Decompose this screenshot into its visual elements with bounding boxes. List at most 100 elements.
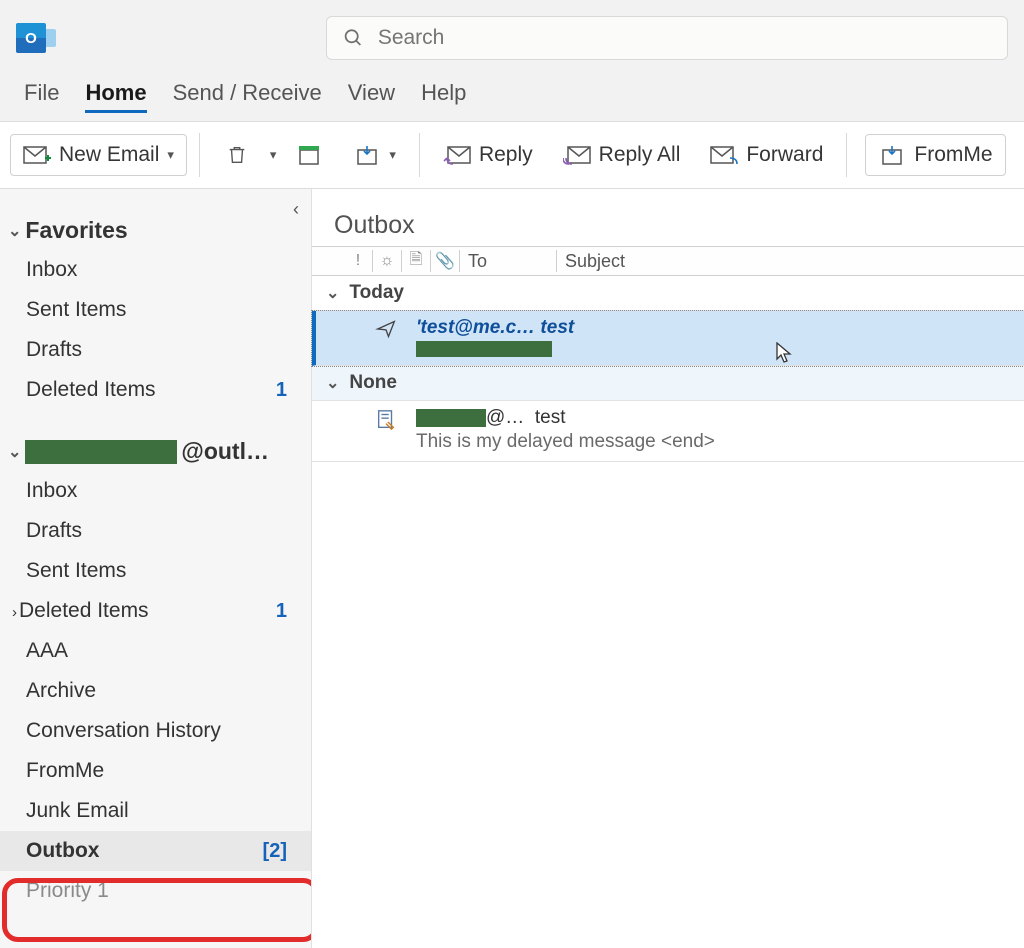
reminder-column-icon[interactable]: ☼ [375,252,399,270]
move-button[interactable]: ▾ [342,137,407,173]
chevron-down-icon: ⌄ [8,221,21,241]
sidebar-item-aaa[interactable]: AAA [0,631,311,671]
collapse-sidebar-icon[interactable]: ‹ [293,199,299,220]
reply-label: Reply [479,143,533,167]
badge: 1 [276,600,287,623]
group-today[interactable]: ⌄ Today [312,276,1024,311]
message-line1: 'test@me.c… test [416,317,574,339]
sidebar-item-sent[interactable]: Sent Items [0,290,311,330]
column-headers[interactable]: ! ☼ 🗎 📎 To Subject [312,246,1024,276]
ribbon: New Email ▾ ▾ ▾ Reply Reply All Forward … [0,121,1024,189]
menu-send-receive[interactable]: Send / Receive [173,76,322,113]
work-area: ‹ ⌄ Favorites Inbox Sent Items Drafts De… [0,189,1024,948]
attachment-column-icon[interactable]: 📎 [433,251,457,271]
archive-button[interactable] [284,137,334,173]
reply-button[interactable]: Reply [432,136,544,174]
to-column-header[interactable]: To [462,251,554,272]
sidebar-item-outbox[interactable]: Outbox[2] [0,831,311,871]
importance-column-icon[interactable]: ! [346,252,370,270]
sidebar-item-drafts[interactable]: Drafts [0,511,311,551]
sidebar-item-label: Sent Items [26,298,126,322]
sidebar-item-label: Outbox [26,839,100,863]
reply-all-label: Reply All [599,143,681,167]
sidebar-item-label: Conversation History [26,719,221,743]
menu-help[interactable]: Help [421,76,466,113]
message-line1: @… test [416,407,715,429]
chevron-down-icon: ⌄ [8,442,21,462]
menubar: File Home Send / Receive View Help [0,76,1024,121]
account-suffix: @outl… [181,438,269,465]
separator [199,133,200,177]
subject-column-header[interactable]: Subject [559,251,625,272]
chevron-down-icon: ▾ [389,147,396,163]
titlebar: O [0,0,1024,76]
message-to: 'test@me.c… [416,317,535,338]
item-type-column-icon[interactable]: 🗎 [404,248,428,275]
forward-icon [710,144,738,166]
sidebar-item-label: Sent Items [26,559,126,583]
chevron-down-icon[interactable]: ▾ [270,147,277,163]
forward-label: Forward [746,143,823,167]
sidebar-item-drafts[interactable]: Drafts [0,330,311,370]
chevron-down-icon: ▾ [167,147,174,163]
sidebar-item-label: AAA [26,639,68,663]
sidebar-item-label: Deleted Items [26,378,156,402]
message-preview: This is my delayed message <end> [416,431,715,453]
sidebar-item-label: Drafts [26,338,82,362]
folder-title: Outbox [312,189,1024,246]
reply-all-icon [563,144,591,166]
message-content: @… test This is my delayed message <end> [416,407,715,453]
sidebar-item-label: Priority 1 [26,879,109,903]
send-icon [372,317,400,339]
trash-icon [223,144,251,166]
sidebar-item-priority1[interactable]: Priority 1 [0,871,311,911]
badge: 1 [276,379,287,402]
sidebar-item-label: Drafts [26,519,82,543]
group-label: Today [349,282,404,304]
message-row[interactable]: 'test@me.c… test [312,311,1024,366]
account-heading[interactable]: ⌄ @outl… [0,410,311,471]
menu-file[interactable]: File [24,76,59,113]
sidebar-item-archive[interactable]: Archive [0,671,311,711]
archive-icon [295,144,323,166]
message-content: 'test@me.c… test [416,317,574,357]
group-none[interactable]: ⌄ None [312,366,1024,401]
sidebar-item-label: FromMe [26,759,104,783]
search-icon [343,27,364,49]
sidebar-item-inbox[interactable]: Inbox [0,471,311,511]
fromme-label: FromMe [914,143,992,167]
sidebar-item-deleted[interactable]: ›Deleted Items1 [0,591,311,631]
new-email-icon [23,144,51,166]
message-row[interactable]: @… test This is my delayed message <end> [312,401,1024,462]
sidebar-item-label: Inbox [26,258,77,282]
separator [419,133,420,177]
sidebar-item-deleted[interactable]: Deleted Items 1 [0,370,311,410]
menu-home[interactable]: Home [85,76,146,113]
delete-button[interactable] [212,137,262,173]
forward-button[interactable]: Forward [699,136,834,174]
search-box[interactable] [326,16,1008,60]
redacted-account-name [25,440,177,464]
sidebar-item-fromme[interactable]: FromMe [0,751,311,791]
draft-icon [372,407,400,431]
reply-all-button[interactable]: Reply All [552,136,692,174]
redacted-text [416,341,552,357]
search-input[interactable] [378,26,991,50]
fromme-button[interactable]: FromMe [865,134,1005,176]
sidebar-item-junk[interactable]: Junk Email [0,791,311,831]
favorites-heading[interactable]: ⌄ Favorites [0,189,311,250]
sidebar-item-conversation-history[interactable]: Conversation History [0,711,311,751]
move-icon [353,144,381,166]
sidebar-item-inbox[interactable]: Inbox [0,250,311,290]
folder-sidebar: ‹ ⌄ Favorites Inbox Sent Items Drafts De… [0,189,312,948]
message-subject: test [540,317,574,338]
group-label: None [349,372,397,394]
menu-view[interactable]: View [348,76,395,113]
sidebar-item-label: Deleted Items [19,599,149,622]
new-email-label: New Email [59,143,159,167]
redacted-text [416,409,486,427]
sidebar-item-sent[interactable]: Sent Items [0,551,311,591]
chevron-down-icon: ⌄ [326,373,339,393]
new-email-button[interactable]: New Email ▾ [10,134,187,176]
message-subject: test [535,407,566,428]
